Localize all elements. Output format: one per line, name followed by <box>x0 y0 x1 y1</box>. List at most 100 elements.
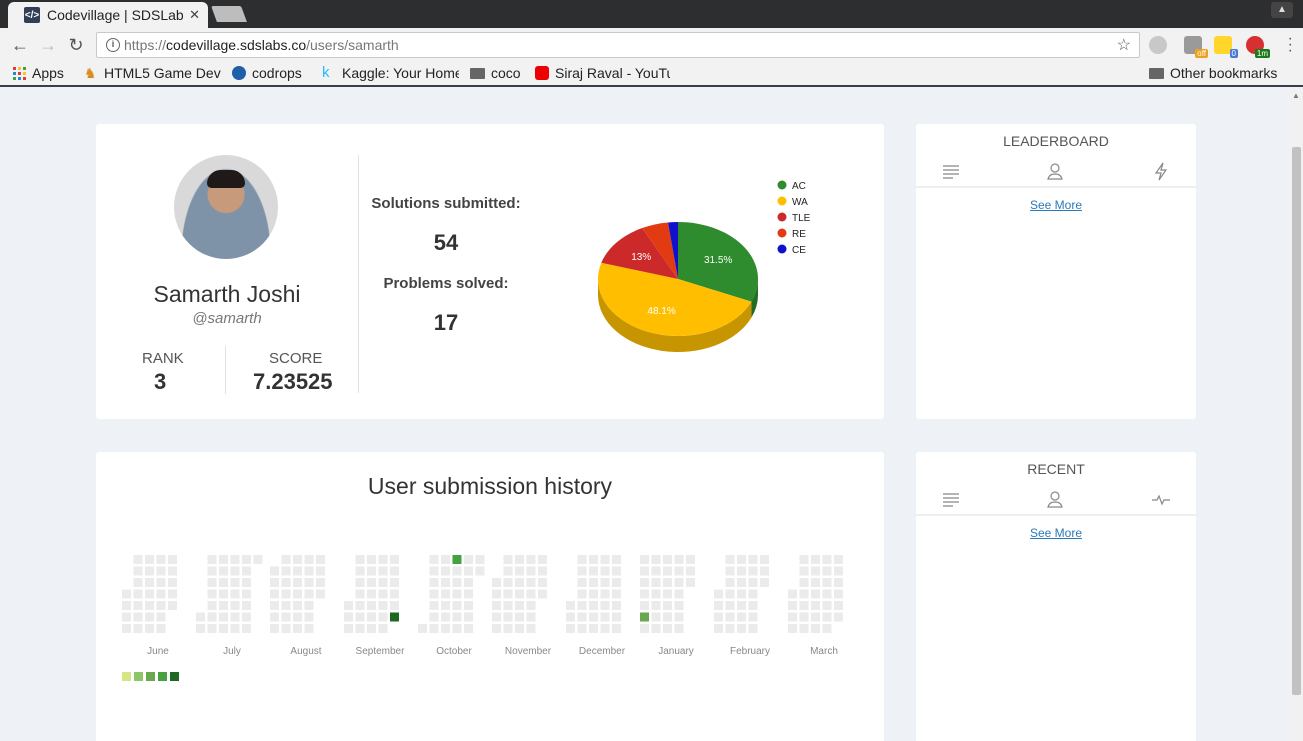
heatmap-day-cell[interactable] <box>367 624 376 633</box>
bookmark-star-icon[interactable]: ☆ <box>1117 35 1131 55</box>
heatmap-day-cell[interactable] <box>281 555 291 564</box>
heatmap-day-cell[interactable] <box>686 566 695 576</box>
heatmap-day-cell[interactable] <box>492 578 501 587</box>
other-bookmarks[interactable]: Other bookmarks <box>1149 65 1277 81</box>
heatmap-day-cell[interactable] <box>196 624 205 633</box>
extension-2-icon[interactable]: off <box>1184 36 1208 58</box>
heatmap-day-cell[interactable] <box>651 624 661 633</box>
heatmap-day-cell[interactable] <box>515 624 524 633</box>
heatmap-day-cell[interactable] <box>304 578 314 587</box>
browser-menu-icon[interactable]: · · · <box>1288 31 1293 59</box>
heatmap-day-cell[interactable] <box>219 589 228 599</box>
heatmap-day-cell[interactable] <box>168 589 177 599</box>
extension-4-icon[interactable]: 1m <box>1246 36 1270 58</box>
heatmap-day-cell[interactable] <box>663 555 672 564</box>
heatmap-day-cell[interactable] <box>663 601 672 610</box>
heatmap-day-cell[interactable] <box>612 624 621 633</box>
heatmap-day-cell[interactable] <box>230 578 240 587</box>
heatmap-day-cell[interactable] <box>355 578 365 587</box>
heatmap-day-cell[interactable] <box>612 612 621 622</box>
heatmap-day-cell[interactable] <box>156 566 166 576</box>
bookmark-codrops[interactable]: codrops <box>232 65 302 81</box>
heatmap-day-cell[interactable] <box>674 589 684 599</box>
lightning-icon[interactable] <box>1151 161 1171 181</box>
heatmap-day-cell[interactable] <box>344 601 353 610</box>
heatmap-day-cell[interactable] <box>242 612 251 622</box>
heatmap-day-cell[interactable] <box>441 624 450 633</box>
heatmap-day-cell[interactable] <box>219 601 228 610</box>
heatmap-day-cell[interactable] <box>281 566 291 576</box>
heatmap-day-cell[interactable] <box>207 578 217 587</box>
heatmap-day-cell[interactable] <box>748 612 758 622</box>
heatmap-day-cell[interactable] <box>651 555 661 564</box>
heatmap-day-cell[interactable] <box>799 566 809 576</box>
heatmap-day-cell[interactable] <box>788 589 797 599</box>
heatmap-day-cell[interactable] <box>207 612 217 622</box>
heatmap-day-cell[interactable] <box>834 612 843 622</box>
heatmap-day-cell[interactable] <box>293 589 302 599</box>
heatmap-day-cell[interactable] <box>230 612 240 622</box>
heatmap-day-cell[interactable] <box>515 566 524 576</box>
activity-icon[interactable] <box>1151 489 1171 509</box>
heatmap-day-cell[interactable] <box>737 566 746 576</box>
heatmap-day-cell[interactable] <box>429 566 439 576</box>
heatmap-day-cell[interactable] <box>515 589 524 599</box>
heatmap-day-cell[interactable] <box>156 601 166 610</box>
heatmap-day-cell[interactable] <box>811 555 820 564</box>
heatmap-day-cell[interactable] <box>589 624 598 633</box>
list-icon[interactable] <box>941 489 961 509</box>
heatmap-day-cell[interactable] <box>515 612 524 622</box>
heatmap-day-cell[interactable] <box>207 624 217 633</box>
heatmap-day-cell[interactable] <box>133 601 143 610</box>
heatmap-day-cell[interactable] <box>429 624 439 633</box>
new-tab-button[interactable] <box>211 6 247 22</box>
heatmap-day-cell[interactable] <box>538 578 547 587</box>
heatmap-day-cell[interactable] <box>355 601 365 610</box>
heatmap-day-cell[interactable] <box>674 601 684 610</box>
heatmap-day-cell[interactable] <box>464 566 473 576</box>
heatmap-day-cell[interactable] <box>390 589 399 599</box>
heatmap-day-cell[interactable] <box>725 601 735 610</box>
heatmap-day-cell[interactable] <box>355 555 365 564</box>
heatmap-day-cell[interactable] <box>230 566 240 576</box>
user-icon[interactable] <box>1045 161 1065 181</box>
heatmap-day-cell[interactable] <box>526 566 536 576</box>
heatmap-day-cell[interactable] <box>640 612 649 622</box>
heatmap-day-cell[interactable] <box>133 624 143 633</box>
heatmap-day-cell[interactable] <box>640 578 649 587</box>
bookmark-coco[interactable]: coco <box>470 65 521 81</box>
heatmap-day-cell[interactable] <box>651 612 661 622</box>
heatmap-day-cell[interactable] <box>316 589 325 599</box>
heatmap-day-cell[interactable] <box>822 578 832 587</box>
heatmap-day-cell[interactable] <box>674 612 684 622</box>
heatmap-day-cell[interactable] <box>304 566 314 576</box>
recent-see-more-link[interactable]: See More <box>916 526 1196 540</box>
heatmap-day-cell[interactable] <box>799 601 809 610</box>
heatmap-day-cell[interactable] <box>566 624 575 633</box>
heatmap-day-cell[interactable] <box>663 612 672 622</box>
heatmap-day-cell[interactable] <box>367 612 376 622</box>
heatmap-day-cell[interactable] <box>390 566 399 576</box>
heatmap-day-cell[interactable] <box>725 624 735 633</box>
heatmap-day-cell[interactable] <box>612 566 621 576</box>
heatmap-day-cell[interactable] <box>219 578 228 587</box>
heatmap-day-cell[interactable] <box>207 589 217 599</box>
heatmap-day-cell[interactable] <box>526 612 536 622</box>
heatmap-day-cell[interactable] <box>566 612 575 622</box>
heatmap-day-cell[interactable] <box>242 555 251 564</box>
tab-close-icon[interactable]: ✕ <box>189 7 200 23</box>
heatmap-day-cell[interactable] <box>651 566 661 576</box>
heatmap-day-cell[interactable] <box>452 601 462 610</box>
heatmap-day-cell[interactable] <box>344 612 353 622</box>
heatmap-day-cell[interactable] <box>811 578 820 587</box>
bookmark-siraj-raval[interactable]: Siraj Raval - YouTube <box>535 65 670 81</box>
heatmap-day-cell[interactable] <box>378 589 388 599</box>
heatmap-day-cell[interactable] <box>145 624 154 633</box>
heatmap-day-cell[interactable] <box>270 589 279 599</box>
heatmap-day-cell[interactable] <box>355 566 365 576</box>
heatmap-day-cell[interactable] <box>640 624 649 633</box>
heatmap-day-cell[interactable] <box>230 589 240 599</box>
heatmap-day-cell[interactable] <box>748 589 758 599</box>
heatmap-day-cell[interactable] <box>663 624 672 633</box>
heatmap-day-cell[interactable] <box>600 555 610 564</box>
